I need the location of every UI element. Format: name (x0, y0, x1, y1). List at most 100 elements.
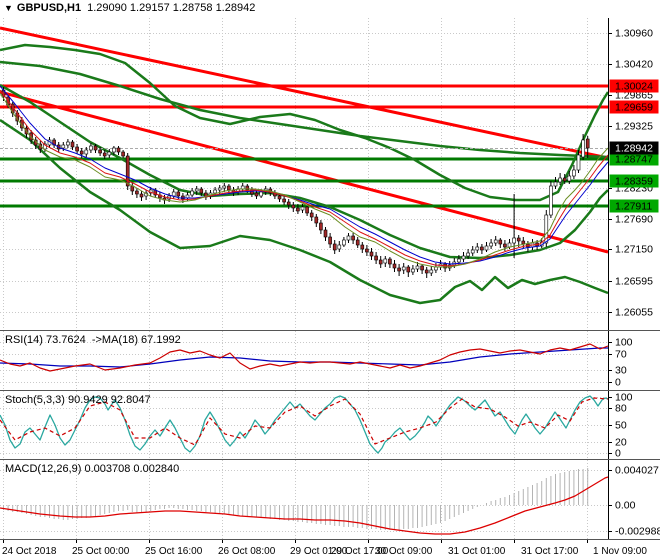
time-label: 25 Oct 00:00 (72, 546, 130, 557)
candle-bear (176, 191, 181, 197)
candle-bear (93, 145, 98, 151)
price-badge-label: 1.28942 (615, 143, 653, 155)
candle-bear (498, 239, 503, 245)
candle-bull (415, 265, 420, 270)
candle-bear (323, 229, 328, 238)
time-label: 30 Oct 09:00 (375, 546, 433, 557)
axis-label: 1.27150 (615, 244, 653, 256)
candle-bull (61, 144, 66, 149)
candle-bear (480, 246, 484, 251)
chart-title-bar: ▼ GBPUSD,H1 1.29090 1.29157 1.28758 1.2894… (0, 0, 660, 18)
axis-label: 0 (615, 448, 621, 460)
candle-bear (319, 222, 323, 231)
candle-bull (466, 252, 470, 257)
candle-bull (342, 239, 346, 246)
candle-bull (429, 269, 434, 274)
candle-bull (213, 189, 217, 194)
time-axis: 24 Oct 2018 25 Oct 00:00 25 Oct 16:00 26 Oc… (0, 540, 660, 560)
axis-label: 100 (615, 337, 633, 349)
candle-bear (102, 152, 107, 157)
candle-bull (337, 244, 342, 250)
candle-bull (84, 149, 89, 155)
candle-bull (475, 246, 480, 251)
axis-label: 0 (615, 377, 621, 389)
axis-label: 1.26595 (615, 276, 653, 288)
trendline (0, 26, 609, 160)
main-chart-canvas[interactable]: 1.309601.304201.298651.293251.282301.276… (0, 18, 660, 331)
candle-bear (521, 240, 526, 245)
fast-ma-blue (0, 85, 609, 265)
price-badge-label: 1.28359 (615, 176, 653, 188)
candle-bear (75, 146, 79, 152)
candle-bull (457, 258, 461, 263)
candle-bear (351, 235, 355, 241)
candle-bull (576, 154, 581, 171)
candle-bull (512, 237, 516, 244)
axis-label: 1.30420 (615, 59, 653, 71)
candle-bear (360, 244, 365, 250)
trendline (0, 90, 609, 254)
candle-bear (314, 216, 319, 224)
candle-bear (309, 212, 314, 218)
candle-bear (277, 195, 282, 200)
candle-bear (286, 201, 291, 206)
price-badge-label: 1.28747 (615, 154, 653, 166)
candle-bear (328, 236, 332, 245)
chart-window: ▼ GBPUSD,H1 1.29090 1.29157 1.28758 1.2894… (0, 0, 660, 560)
price-badge-label: 1.30024 (615, 81, 653, 93)
candle-bull (549, 185, 553, 216)
candle-bear (374, 255, 378, 261)
candle-bear (392, 263, 397, 269)
candle-bull (493, 239, 498, 244)
candle-bear (305, 206, 309, 214)
time-label: 1 Nov 09:00 (593, 546, 647, 557)
candle-bull (107, 151, 112, 156)
candle-bear (116, 147, 121, 153)
candle-bull (383, 258, 388, 264)
candle-bear (585, 138, 590, 149)
time-label: 25 Oct 16:00 (145, 546, 203, 557)
candle-bull (572, 169, 576, 177)
candle-bull (171, 191, 176, 197)
candle-bull (89, 145, 93, 151)
axis-label: 0.00 (615, 500, 636, 512)
axis-label: 1.27690 (615, 214, 653, 226)
candle-bull (66, 141, 70, 146)
candle-bull (217, 187, 222, 191)
candle-bull (470, 249, 475, 254)
candle-bull (194, 188, 199, 192)
candle-bull (346, 235, 351, 241)
candle-bear (378, 259, 383, 265)
candle-bear (98, 149, 102, 154)
candle-bear (388, 258, 392, 265)
candle-bull (581, 139, 585, 158)
axis-label: -0.002988 (615, 526, 660, 538)
axis-label: 80 (615, 403, 627, 415)
candle-bear (562, 177, 567, 182)
axis-label: 50 (615, 420, 627, 432)
candle-bear (291, 204, 296, 209)
candle-bear (121, 151, 125, 157)
candle-bull (259, 191, 263, 197)
candle-bear (424, 269, 429, 274)
candle-bear (516, 237, 521, 242)
ohlc-values: 1.29090 1.29157 1.28758 1.28942 (87, 2, 256, 14)
chevron-down-icon[interactable]: ▼ (4, 0, 13, 17)
candle-bull (190, 190, 194, 196)
candle-bull (553, 181, 558, 187)
candle-bear (79, 150, 84, 155)
axis-label: 30 (615, 365, 627, 377)
axis-label: 70 (615, 349, 627, 361)
axis-label: 0.004027 (615, 465, 659, 477)
candle-bear (282, 198, 286, 203)
candle-bull (112, 147, 116, 153)
time-label: 26 Oct 08:00 (218, 546, 276, 557)
candle-bear (135, 190, 139, 195)
candle-bull (461, 255, 466, 260)
main-chart-pane[interactable]: 1.30960 1.30420 1.29865 1.29325 1.28230 1.276… (0, 18, 660, 331)
candle-bull (567, 175, 572, 182)
candle-bear (296, 207, 300, 212)
price-badge-label: 1.29659 (615, 102, 653, 114)
time-label: 31 Oct 17:00 (521, 546, 579, 557)
candle-bull (300, 206, 305, 211)
